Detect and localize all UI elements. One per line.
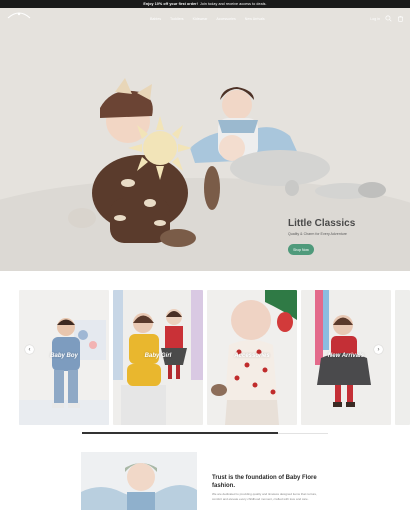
announcement-text: Join today and receive access to deals. — [199, 2, 267, 6]
category-carousel: Baby Boy Baby Girl Accessories New Arriv… — [0, 290, 410, 426]
header-actions: Log in — [370, 15, 404, 22]
category-card-new-arrivals[interactable]: New Arrivals — [301, 290, 391, 425]
announcement-bold: Enjoy 10% off your first order! — [143, 2, 198, 6]
carousel-next-button[interactable]: › — [374, 345, 383, 354]
category-card-accessories[interactable]: Accessories — [207, 290, 297, 425]
shop-now-button[interactable]: Shop Now — [288, 244, 314, 255]
carousel-prev-button[interactable]: ‹ — [25, 345, 34, 354]
category-card-baby-boy[interactable]: Baby Boy — [19, 290, 109, 425]
nav-item-kidswear[interactable]: Kidswear — [193, 17, 208, 21]
category-card-baby-girl[interactable]: Baby Girl — [113, 290, 203, 425]
nav-item-new-arrivals[interactable]: New Arrivals — [245, 17, 265, 21]
search-icon[interactable] — [385, 15, 392, 22]
hero-subtitle: Quality & Charm for Every Adventure — [288, 232, 347, 236]
cart-icon[interactable] — [397, 15, 404, 22]
about-title: Trust is the foundation of Baby Flore fa… — [212, 475, 317, 489]
nav-item-toddlers[interactable]: Toddlers — [170, 17, 184, 21]
site-header: Babies Toddlers Kidswear Accessories New… — [0, 8, 410, 30]
category-label-accessories: Accessories — [234, 353, 270, 359]
login-link[interactable]: Log in — [370, 17, 380, 21]
hero-photo — [0, 8, 410, 271]
category-card-partial[interactable] — [395, 290, 410, 425]
about-image — [81, 452, 197, 510]
about-text: We are dedicated to providing quality an… — [212, 492, 318, 501]
nav-item-babies[interactable]: Babies — [150, 17, 161, 21]
carousel-scrollbar-thumb[interactable] — [82, 432, 278, 434]
main-nav: Babies Toddlers Kidswear Accessories New… — [150, 17, 265, 21]
nav-item-accessories[interactable]: Accessories — [216, 17, 235, 21]
category-label-baby-girl: Baby Girl — [144, 353, 172, 359]
category-label-baby-boy: Baby Boy — [50, 353, 78, 359]
announcement-bar: Enjoy 10% off your first order! Join tod… — [0, 0, 410, 8]
hero-banner: Little Classics Quality & Charm for Ever… — [0, 8, 410, 271]
hero-title: Little Classics — [288, 218, 356, 229]
about-photo — [81, 452, 197, 510]
brand-logo[interactable] — [5, 10, 33, 26]
